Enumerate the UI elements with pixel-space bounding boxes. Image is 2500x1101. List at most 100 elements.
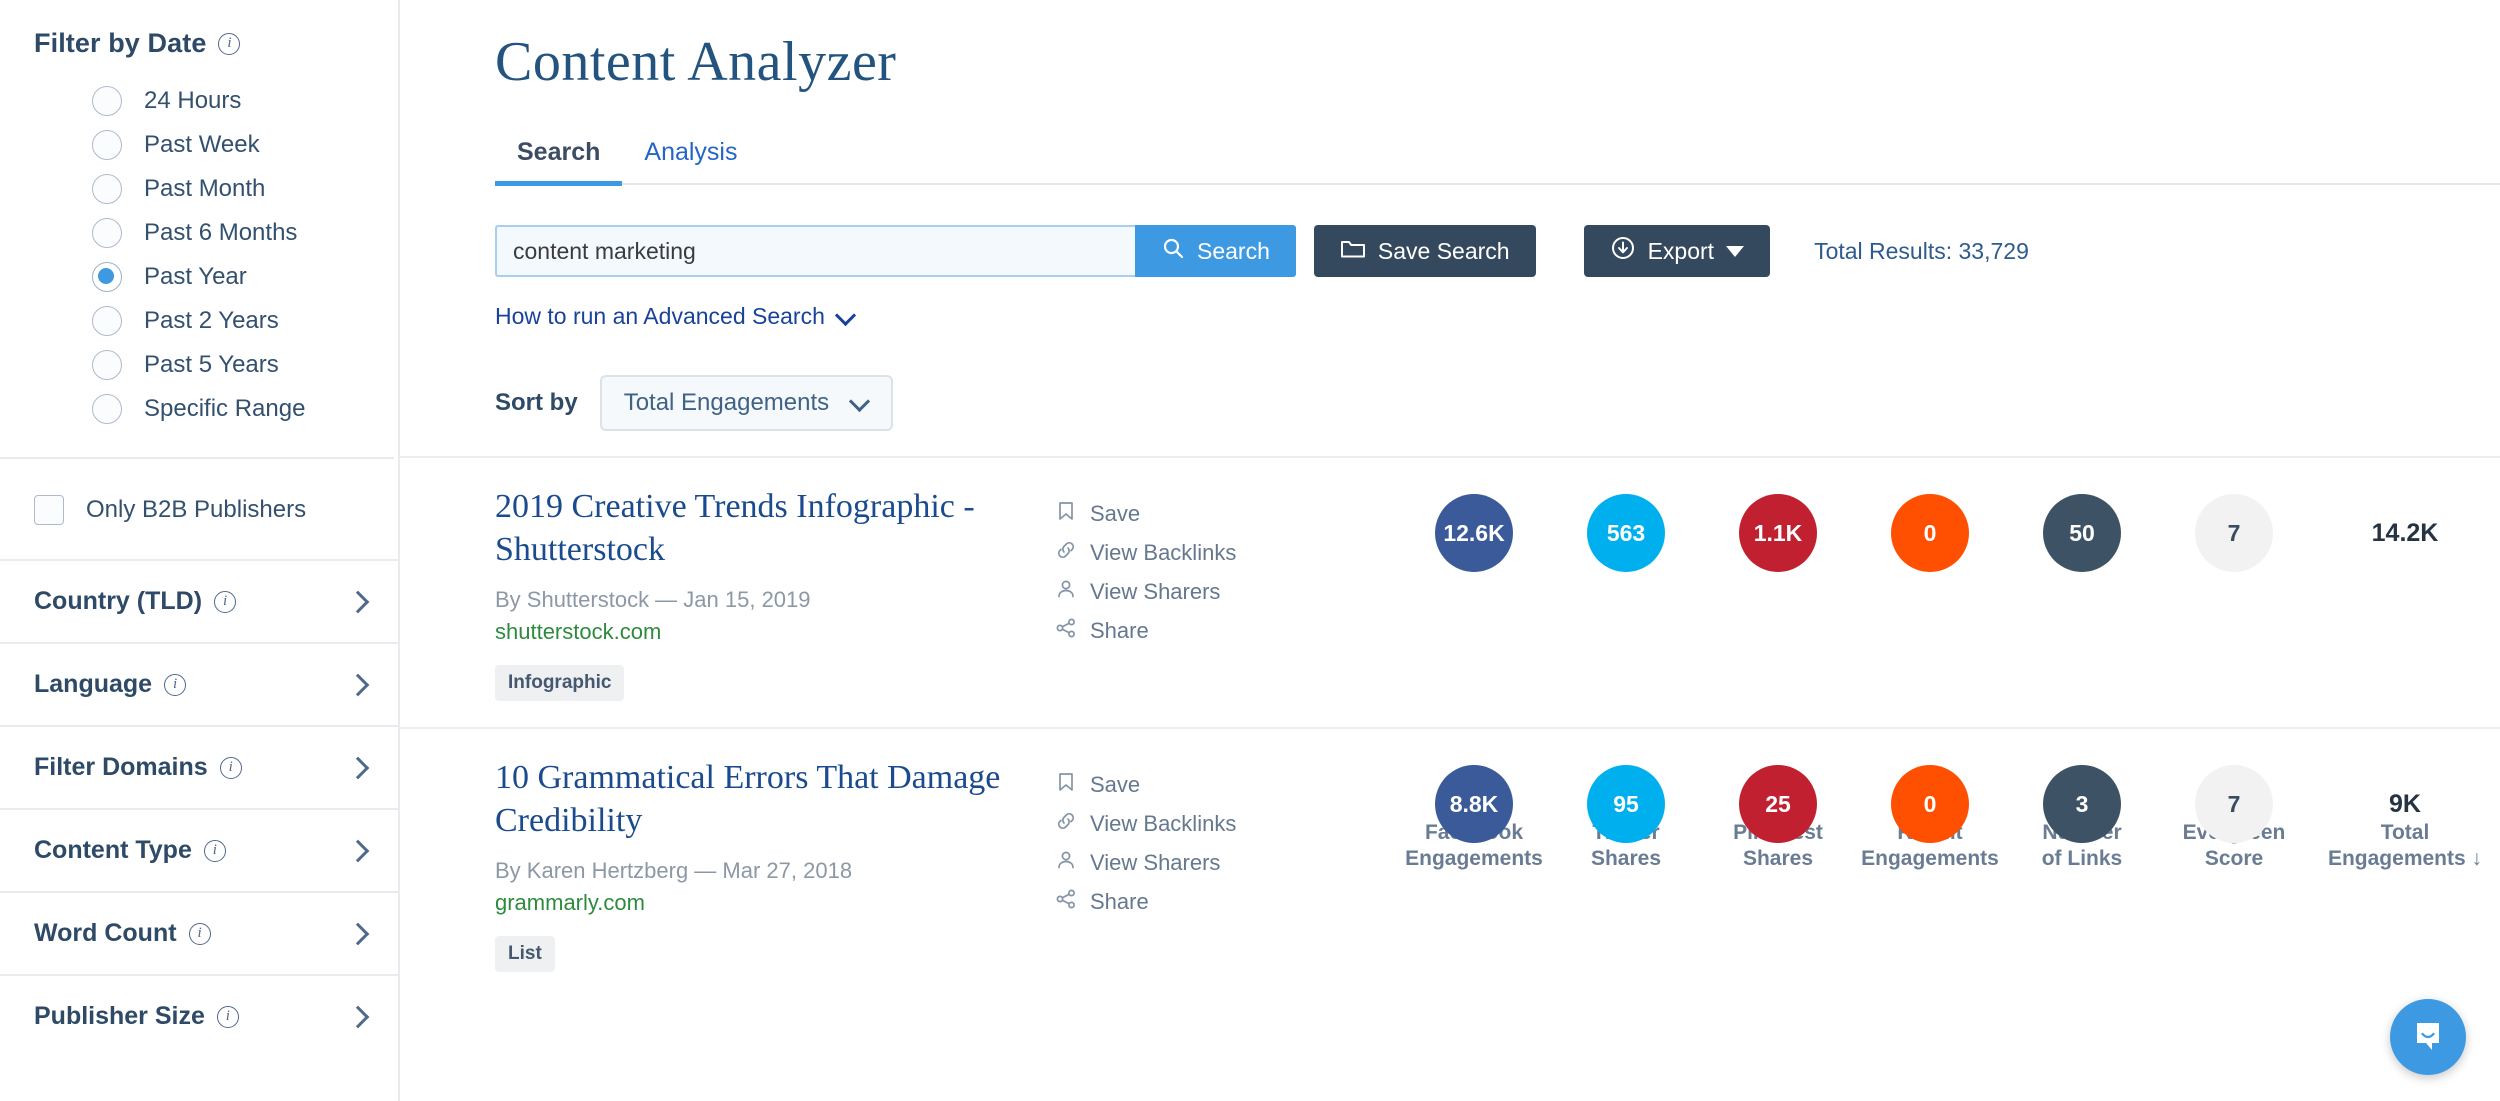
metric-bubble-facebook: 8.8K <box>1435 765 1513 843</box>
result-byline: By Shutterstock — Jan 15, 2019 <box>495 587 811 612</box>
metric-bubble-reddit: 0 <box>1891 494 1969 572</box>
tab-analysis[interactable]: Analysis <box>622 128 759 183</box>
result-action-view-backlinks[interactable]: View Backlinks <box>1055 539 1325 567</box>
info-icon[interactable]: i <box>203 839 226 862</box>
search-button[interactable]: Search <box>1135 225 1296 277</box>
date-radio-button[interactable] <box>92 262 122 292</box>
tab-search[interactable]: Search <box>495 128 623 186</box>
result-action-label: Save <box>1090 501 1141 526</box>
filter-accordion-language[interactable]: Language i <box>0 642 398 725</box>
sort-by-label: Sort by <box>495 389 578 416</box>
metric-cell-twitter: 563 <box>1550 494 1702 572</box>
filter-by-date-title: Filter by Date <box>34 28 207 58</box>
info-icon[interactable]: i <box>214 590 237 613</box>
search-input[interactable] <box>495 225 1135 277</box>
date-radio-button[interactable] <box>92 130 122 160</box>
metric-cell-reddit: 0 <box>1854 494 2006 572</box>
result-action-view-backlinks[interactable]: View Backlinks <box>1055 810 1325 838</box>
result-type-tag: Infographic <box>495 665 625 701</box>
result-action-share[interactable]: Share <box>1055 617 1325 645</box>
filter-accordion-country-tld[interactable]: Country (TLD) i <box>0 559 398 642</box>
result-title[interactable]: 10 Grammatical Errors That Damage Credib… <box>495 757 1055 842</box>
date-radio-option[interactable]: Past 6 Months <box>0 211 398 255</box>
metric-cell-evergreen: 7 <box>2158 765 2310 843</box>
filters-sidebar: Filter by Date i 24 Hours Past Week Past M… <box>0 0 400 1101</box>
info-icon[interactable]: i <box>216 1005 239 1028</box>
result-action-label: Share <box>1090 889 1149 914</box>
metric-total-value: 14.2K <box>2371 518 2439 547</box>
result-title[interactable]: 2019 Creative Trends Infographic - Shutt… <box>495 486 1055 571</box>
bookmark-icon <box>1055 771 1077 799</box>
info-icon[interactable]: i <box>218 32 241 55</box>
filter-accordion-word-count[interactable]: Word Count i <box>0 891 398 974</box>
share-icon <box>1055 617 1077 645</box>
date-radio-label: 24 Hours <box>144 87 242 114</box>
result-metrics: 8.8K 95 25 0 3 7 9K <box>1398 757 2500 843</box>
metric-bubble-evergreen: 7 <box>2195 765 2273 843</box>
date-radio-option[interactable]: Past Month <box>0 167 398 211</box>
result-action-save[interactable]: Save <box>1055 771 1325 799</box>
date-radio-button[interactable] <box>92 394 122 424</box>
result-domain[interactable]: grammarly.com <box>495 890 1055 916</box>
result-action-view-sharers[interactable]: View Sharers <box>1055 849 1325 877</box>
download-icon <box>1610 235 1636 267</box>
result-action-share[interactable]: Share <box>1055 888 1325 916</box>
date-radio-group: 24 Hours Past Week Past Month Past 6 Months… <box>0 69 398 457</box>
date-radio-option[interactable]: Past 5 Years <box>0 343 398 387</box>
search-bar-row: Search Save Search Exp <box>495 225 2500 277</box>
metric-cell-twitter: 95 <box>1550 765 1702 843</box>
accordion-label: Country (TLD) <box>34 587 203 615</box>
accordion-label: Publisher Size <box>34 1002 205 1030</box>
chevron-right-icon <box>346 757 368 779</box>
date-radio-label: Past 2 Years <box>144 307 279 334</box>
result-action-save[interactable]: Save <box>1055 500 1325 528</box>
metric-bubble-facebook: 12.6K <box>1435 494 1513 572</box>
info-icon[interactable]: i <box>188 922 211 945</box>
result-info: 2019 Creative Trends Infographic - Shutt… <box>495 486 1055 701</box>
filter-accordion-content-type[interactable]: Content Type i <box>0 808 398 891</box>
result-actions: Save View Backlinks View Sharers Share <box>1055 486 1325 645</box>
result-info: 10 Grammatical Errors That Damage Credib… <box>495 757 1055 972</box>
only-b2b-publishers-checkbox[interactable] <box>34 495 64 525</box>
chevron-right-icon <box>346 674 368 696</box>
metric-bubble-twitter: 95 <box>1587 765 1665 843</box>
date-radio-option[interactable]: Specific Range <box>0 387 398 431</box>
export-button-label: Export <box>1647 237 1715 264</box>
page-title: Content Analyzer <box>495 31 897 93</box>
result-domain[interactable]: shutterstock.com <box>495 619 1055 645</box>
only-b2b-publishers-row[interactable]: Only B2B Publishers <box>0 459 398 559</box>
date-radio-button[interactable] <box>92 306 122 336</box>
result-action-view-sharers[interactable]: View Sharers <box>1055 578 1325 606</box>
chevron-down-icon <box>851 394 869 412</box>
advanced-search-link[interactable]: How to run an Advanced Search <box>495 303 855 330</box>
metric-cell-pinterest: 25 <box>1702 765 1854 843</box>
save-search-button[interactable]: Save Search <box>1313 225 1536 277</box>
filter-accordion-filter-domains[interactable]: Filter Domains i <box>0 725 398 808</box>
date-radio-label: Past Week <box>144 131 260 158</box>
export-button[interactable]: Export <box>1583 225 1771 277</box>
sort-by-select[interactable]: Total Engagements <box>599 375 894 431</box>
date-radio-option[interactable]: 24 Hours <box>0 79 398 123</box>
date-radio-button[interactable] <box>92 218 122 248</box>
result-byline: By Karen Hertzberg — Mar 27, 2018 <box>495 858 853 883</box>
date-radio-option[interactable]: Past Year <box>0 255 398 299</box>
result-action-label: Save <box>1090 772 1141 797</box>
chevron-right-icon <box>346 923 368 945</box>
metric-total-value: 9K <box>2389 789 2421 818</box>
date-radio-button[interactable] <box>92 350 122 380</box>
filter-accordion-publisher-size[interactable]: Publisher Size i <box>0 974 398 1057</box>
accordion-label: Language <box>34 670 153 698</box>
advanced-search-label: How to run an Advanced Search <box>495 303 825 329</box>
chevron-right-icon <box>346 591 368 613</box>
date-radio-button[interactable] <box>92 174 122 204</box>
app-root: Filter by Date i 24 Hours Past Week Past M… <box>0 0 2500 1101</box>
date-radio-option[interactable]: Past 2 Years <box>0 299 398 343</box>
chat-launcher-button[interactable] <box>2390 999 2466 1075</box>
metric-bubble-links: 50 <box>2043 494 2121 572</box>
date-radio-button[interactable] <box>92 86 122 116</box>
info-icon[interactable]: i <box>164 673 187 696</box>
main-content: Content Analyzer SearchAnalysis Search <box>400 0 2500 1101</box>
info-icon[interactable]: i <box>219 756 242 779</box>
date-radio-option[interactable]: Past Week <box>0 123 398 167</box>
result-action-label: View Backlinks <box>1090 540 1237 565</box>
